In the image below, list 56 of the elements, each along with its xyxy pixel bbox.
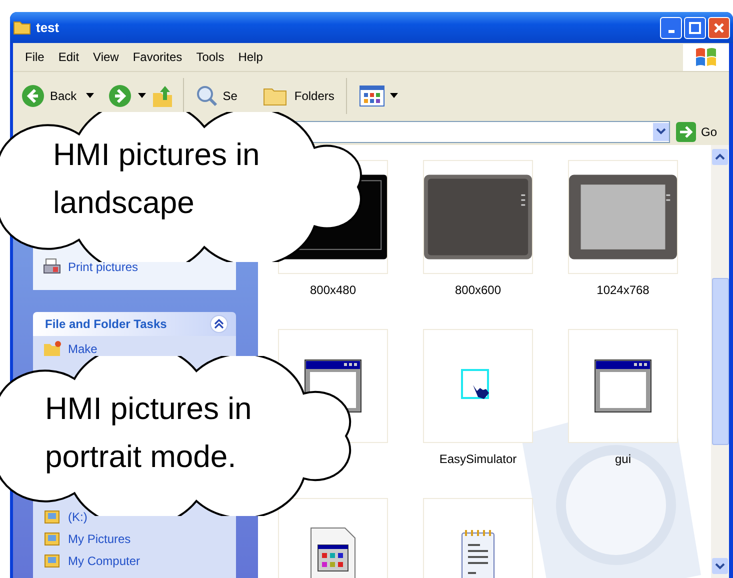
panel-header[interactable]: File and Folder Tasks bbox=[33, 312, 236, 336]
scrollbar[interactable] bbox=[711, 145, 729, 578]
back-button[interactable]: Back bbox=[18, 82, 80, 110]
caret-icon[interactable] bbox=[86, 92, 94, 98]
minimize-icon bbox=[668, 30, 674, 32]
menu-item[interactable]: Edit bbox=[51, 50, 86, 64]
menu-item[interactable]: View bbox=[86, 50, 126, 64]
menu-item[interactable]: Help bbox=[231, 50, 270, 64]
file-name: 800x600 bbox=[454, 283, 502, 297]
thumbnail[interactable] bbox=[423, 498, 533, 578]
callout-text: HMI pictures in portrait mode. bbox=[45, 390, 253, 476]
callout-text: HMI pictures in landscape bbox=[53, 136, 261, 222]
caret-icon[interactable] bbox=[138, 92, 146, 98]
printer-icon bbox=[43, 258, 61, 276]
place-link[interactable]: My Pictures bbox=[43, 530, 226, 548]
panel-title: File and Folder Tasks bbox=[45, 316, 167, 331]
place-link[interactable]: My Computer bbox=[43, 552, 226, 570]
up-folder-icon[interactable] bbox=[152, 84, 174, 108]
menu-item[interactable]: Favorites bbox=[126, 50, 190, 64]
minimize-button[interactable] bbox=[660, 16, 682, 38]
thumbnail[interactable] bbox=[423, 160, 533, 274]
folder-icon bbox=[43, 508, 61, 526]
folders-button[interactable]: Folders bbox=[260, 82, 338, 108]
caret-icon bbox=[390, 92, 398, 98]
file-name: EasySimulator bbox=[439, 452, 517, 466]
go-button[interactable]: Go bbox=[674, 122, 725, 142]
maximize-button[interactable] bbox=[684, 16, 706, 38]
task-link[interactable]: Make bbox=[43, 340, 226, 358]
menu-item[interactable]: Tools bbox=[189, 50, 232, 64]
window-title: test bbox=[36, 20, 60, 35]
thumbnail[interactable] bbox=[568, 160, 678, 274]
place-link[interactable]: (K:) bbox=[43, 508, 226, 526]
collapse-icon[interactable] bbox=[210, 314, 228, 333]
scroll-down-icon[interactable] bbox=[712, 558, 728, 574]
thumbnail[interactable] bbox=[423, 329, 533, 443]
windows-logo-icon bbox=[683, 44, 729, 70]
menu-item[interactable]: File bbox=[18, 50, 52, 64]
close-button[interactable] bbox=[708, 16, 730, 38]
file-name: gui bbox=[614, 452, 631, 466]
task-link[interactable]: Print pictures bbox=[43, 258, 226, 276]
file-name: 1024x768 bbox=[596, 283, 650, 297]
folder-icon bbox=[43, 340, 61, 358]
folder-icon bbox=[43, 552, 61, 570]
file-name: 800x480 bbox=[310, 283, 356, 297]
forward-icon[interactable] bbox=[108, 84, 132, 108]
dropdown-icon[interactable] bbox=[656, 128, 666, 136]
search-button[interactable]: Se bbox=[192, 82, 240, 108]
folder-icon bbox=[13, 20, 31, 35]
thumbnail[interactable] bbox=[278, 498, 388, 578]
scroll-up-icon[interactable] bbox=[712, 149, 728, 165]
scroll-thumb[interactable] bbox=[712, 278, 728, 445]
thumbnail[interactable] bbox=[568, 329, 678, 443]
folder-icon bbox=[43, 530, 61, 548]
search-icon bbox=[196, 84, 218, 106]
close-icon bbox=[713, 22, 725, 34]
maximize-icon bbox=[689, 22, 701, 34]
